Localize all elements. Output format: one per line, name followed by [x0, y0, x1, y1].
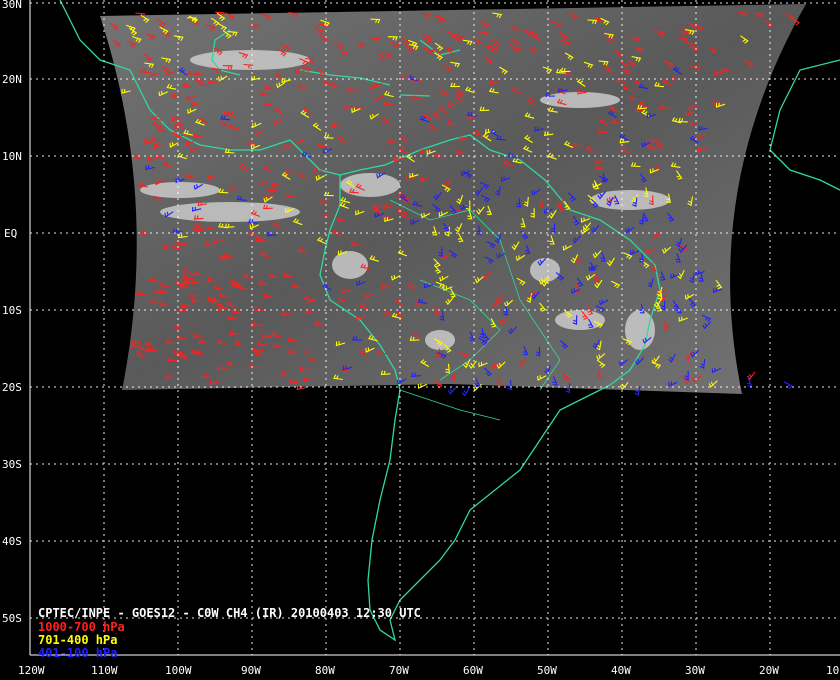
lon-label: 70W	[389, 664, 409, 677]
lon-label: 40W	[611, 664, 631, 677]
legend-item-mid-level: 701-400 hPa	[38, 633, 117, 647]
lon-label: 110W	[91, 664, 118, 677]
lat-label: 20S	[2, 381, 22, 394]
lat-label: 30S	[2, 458, 22, 471]
legend-item-low-level: 1000-700 hPa	[38, 620, 125, 634]
lon-label: 120W	[18, 664, 45, 677]
lon-label: 90W	[241, 664, 261, 677]
lat-label: 10N	[2, 150, 22, 163]
lon-label: 50W	[537, 664, 557, 677]
lon-label: 10	[826, 664, 839, 677]
lon-label: 100W	[165, 664, 192, 677]
lat-label: 20N	[2, 73, 22, 86]
lat-label: 30N	[2, 0, 22, 11]
legend-item-high-level: 401-100 hPa	[38, 646, 117, 660]
product-credit: CPTEC/INPE - GOES12 - C0W CH4 (IR) 20100…	[38, 606, 421, 620]
lat-label: 10S	[2, 304, 22, 317]
lat-label: 50S	[2, 612, 22, 625]
lon-label: 20W	[759, 664, 779, 677]
lon-label: 60W	[463, 664, 483, 677]
lat-label: 40S	[2, 535, 22, 548]
lat-label: EQ	[4, 227, 17, 240]
wind-vector-map: 30N 20N 10N EQ 10S 20S 30S 40S 50S 120W …	[0, 0, 840, 680]
lon-label: 30W	[685, 664, 705, 677]
lon-label: 80W	[315, 664, 335, 677]
